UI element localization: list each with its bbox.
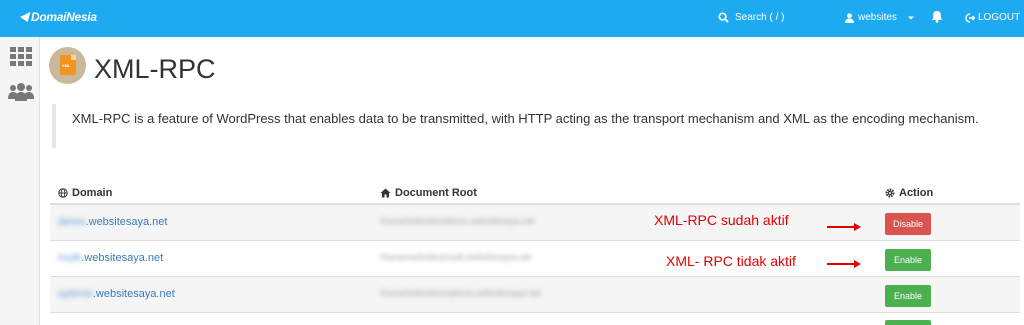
annotation-inactive: XML- RPC tidak aktif — [666, 253, 796, 269]
column-header-action: Action — [885, 187, 933, 199]
xml-rpc-app-icon: XML — [49, 47, 86, 84]
user-icon — [845, 12, 854, 23]
annotation-arrow-icon — [827, 260, 861, 268]
document-root: /home/websites/multi.websitesaya.net — [380, 252, 532, 262]
caret-down-icon — [907, 16, 914, 19]
annotation-active: XML-RPC sudah aktif — [654, 212, 789, 228]
search-label: Search ( / ) — [735, 12, 785, 23]
enable-button[interactable]: Enable — [885, 249, 931, 271]
logout-icon — [965, 12, 975, 23]
users-icon — [8, 83, 34, 101]
domain-link[interactable]: multi.websitesaya.net — [58, 252, 163, 264]
page-title: XML-RPC — [94, 54, 216, 84]
column-label-domain: Domain — [72, 187, 113, 199]
home-icon — [380, 188, 391, 198]
sidebar — [0, 37, 40, 325]
bell-icon — [931, 11, 943, 23]
column-label-document-root: Document Root — [395, 187, 477, 199]
document-root: /home/websites/demo.websitesaya.net — [380, 216, 535, 226]
search-button[interactable]: Search ( / ) — [718, 12, 784, 23]
subdomain-name: multi — [58, 252, 82, 264]
domain-suffix: .websitesaya.net — [85, 216, 168, 228]
xml-rpc-table: Domain Document Root Action demo.website… — [50, 183, 1020, 313]
brand-logo[interactable]: DomaiNesia — [18, 10, 97, 24]
gear-icon — [885, 188, 895, 198]
table-header: Domain Document Root Action — [50, 183, 1020, 205]
partial-enable-button[interactable] — [885, 320, 931, 325]
user-menu[interactable]: websites — [845, 12, 915, 23]
subdomain-name: demo — [58, 216, 86, 228]
top-navbar: DomaiNesia Search ( / ) websites LOGOUT — [0, 0, 1024, 37]
apps-grid-icon — [10, 47, 32, 66]
annotation-arrow-icon — [827, 223, 861, 231]
disable-button[interactable]: Disable — [885, 213, 931, 235]
table-row: optimis.websitesaya.net /home/websites/o… — [50, 277, 1020, 313]
search-icon — [718, 12, 729, 23]
logout-label: LOGOUT — [978, 12, 1021, 23]
column-header-domain: Domain — [58, 187, 112, 199]
user-name: websites — [858, 12, 897, 23]
main-content: XML XML-RPC XML-RPC is a feature of Word… — [40, 37, 1024, 325]
table-row: multi.websitesaya.net /home/websites/mul… — [50, 241, 1020, 277]
document-root: /home/websites/optimis.websitesaya.net — [380, 288, 541, 298]
domain-link[interactable]: optimis.websitesaya.net — [58, 288, 175, 300]
domain-suffix: .websitesaya.net — [81, 252, 164, 264]
subdomain-name: optimis — [58, 288, 93, 300]
brand-name: DomaiNesia — [31, 10, 97, 24]
logout-button[interactable]: LOGOUT — [965, 12, 1020, 23]
table-row: demo.websitesaya.net /home/websites/demo… — [50, 205, 1020, 241]
column-header-document-root: Document Root — [380, 187, 477, 199]
column-label-action: Action — [899, 187, 934, 199]
sidebar-item-users[interactable] — [8, 83, 34, 106]
notifications-button[interactable] — [931, 10, 943, 28]
sidebar-item-apps[interactable] — [10, 47, 32, 71]
domainesia-logo-icon — [18, 12, 31, 22]
globe-icon — [58, 188, 68, 198]
domain-suffix: .websitesaya.net — [92, 288, 175, 300]
domain-link[interactable]: demo.websitesaya.net — [58, 216, 167, 228]
page-description: XML-RPC is a feature of WordPress that e… — [52, 104, 1012, 148]
enable-button[interactable]: Enable — [885, 285, 931, 307]
